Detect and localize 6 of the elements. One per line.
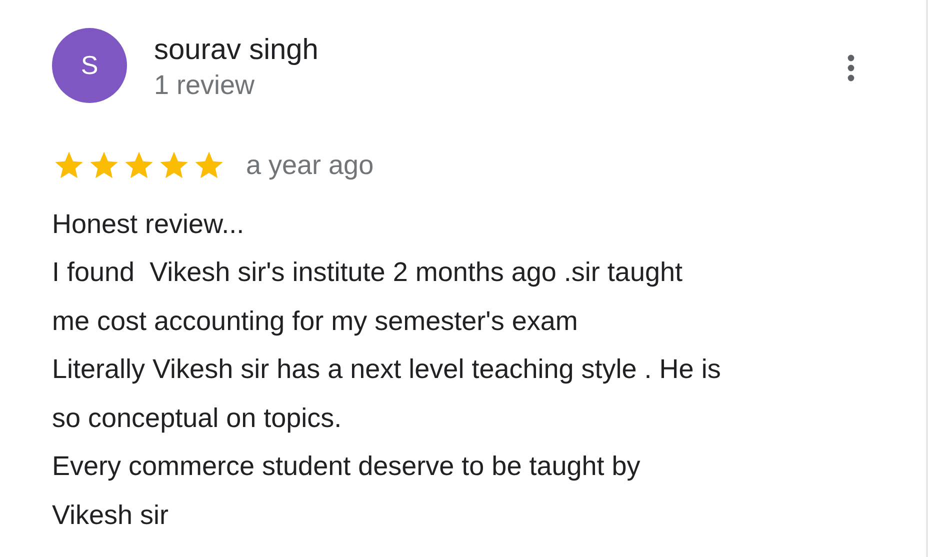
more-options-icon[interactable] — [846, 54, 856, 82]
review-text: Honest review... I found Vikesh sir's institute 2 months ago .sir taught me cost accounting for my semester's exam Literally Vikesh sir has a next level teaching style . He is so conceptual on topics. Every commerce student deserve to be taught by Vikesh sir — [52, 208, 722, 532]
avatar: S — [52, 28, 127, 103]
review-count: 1 review — [154, 69, 256, 102]
review-time: a year ago — [246, 149, 374, 182]
author-name[interactable]: sourav singh — [154, 32, 318, 68]
